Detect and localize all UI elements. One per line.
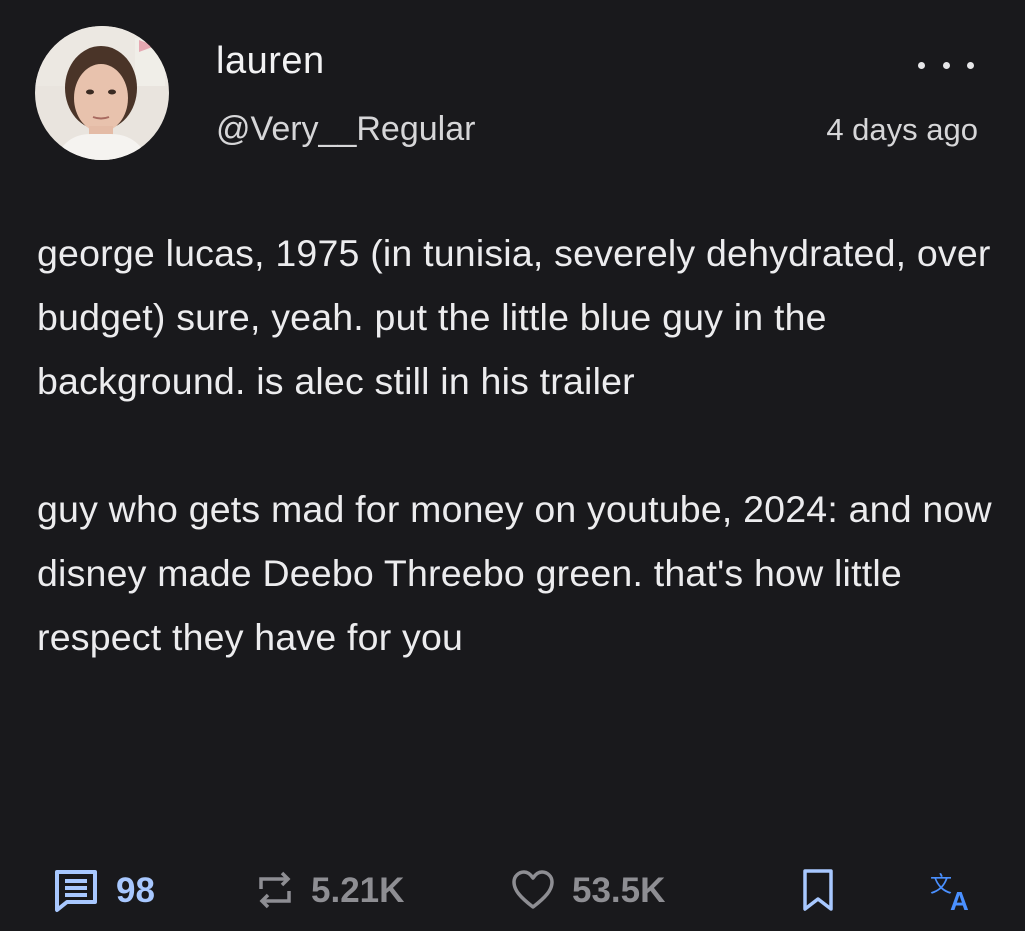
translate-button[interactable]: 文 A bbox=[928, 858, 976, 922]
bookmark-button[interactable] bbox=[800, 858, 836, 922]
repost-icon bbox=[259, 871, 291, 909]
profile-photo-icon bbox=[35, 26, 169, 160]
reply-count: 98 bbox=[116, 870, 155, 910]
post-card: lauren @Very__Regular 4 days ago george … bbox=[0, 0, 1025, 931]
svg-text:A: A bbox=[950, 886, 969, 914]
dot bbox=[918, 61, 925, 69]
more-options-icon[interactable] bbox=[918, 50, 974, 80]
display-name[interactable]: lauren bbox=[216, 42, 325, 80]
post-text: george lucas, 1975 (in tunisia, severely… bbox=[37, 221, 997, 669]
repost-count: 5.21K bbox=[311, 870, 405, 910]
post-paragraph: george lucas, 1975 (in tunisia, severely… bbox=[37, 232, 991, 402]
translate-icon: 文 A bbox=[930, 873, 969, 914]
like-button[interactable]: 53.5K bbox=[510, 858, 665, 922]
dot bbox=[967, 61, 974, 69]
user-handle[interactable]: @Very__Regular bbox=[216, 112, 475, 146]
heart-icon bbox=[512, 870, 554, 909]
reply-button[interactable]: 98 bbox=[52, 858, 155, 922]
comment-icon bbox=[55, 870, 97, 912]
repost-button[interactable]: 5.21K bbox=[255, 858, 404, 922]
dot bbox=[942, 61, 950, 69]
action-bar: 98 5.21K 53.5K 文 A bbox=[0, 858, 1025, 922]
post-timestamp[interactable]: 4 days ago bbox=[826, 114, 978, 145]
post-paragraph: guy who gets mad for money on youtube, 2… bbox=[37, 488, 992, 658]
avatar[interactable] bbox=[35, 26, 169, 160]
bookmark-icon bbox=[803, 869, 833, 911]
like-count: 53.5K bbox=[572, 870, 666, 910]
svg-text:文: 文 bbox=[930, 873, 952, 898]
